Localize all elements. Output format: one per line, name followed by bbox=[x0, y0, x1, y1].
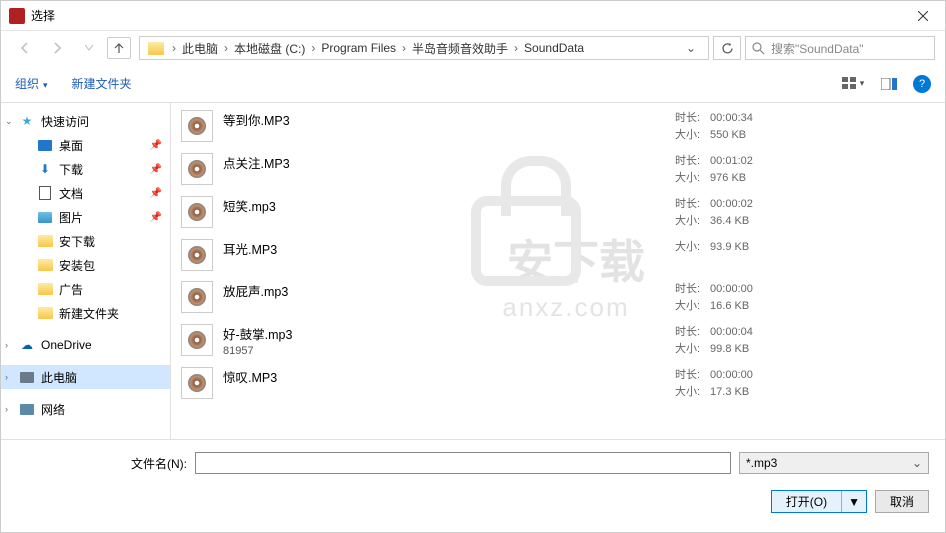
filename-label: 文件名(N): bbox=[17, 455, 187, 472]
app-icon bbox=[9, 8, 25, 24]
recent-dropdown[interactable] bbox=[75, 35, 103, 61]
file-meta: 时长: 00:00:00 大小: 16.6 KB bbox=[675, 281, 935, 314]
file-name: 放屁声.mp3 bbox=[223, 281, 665, 300]
refresh-button[interactable] bbox=[713, 36, 741, 60]
help-button[interactable]: ? bbox=[913, 75, 931, 93]
file-list: 等到你.MP3 时长: 00:00:34 大小: 550 KB 点关注.MP3 … bbox=[171, 103, 945, 439]
crumb-sounddata[interactable]: SoundData bbox=[522, 41, 586, 55]
filename-input[interactable] bbox=[195, 452, 731, 474]
file-row[interactable]: 惊叹.MP3 时长: 00:00:00 大小: 17.3 KB bbox=[171, 362, 945, 405]
crumb-app[interactable]: 半岛音频音效助手 bbox=[410, 40, 510, 57]
file-meta: 时长: 00:01:02 大小: 976 KB bbox=[675, 153, 935, 186]
pin-icon: 📌 bbox=[150, 164, 162, 175]
view-mode-button[interactable]: ▾ bbox=[837, 72, 869, 96]
search-placeholder: 搜索"SoundData" bbox=[771, 40, 864, 57]
sidebar-item-downloads[interactable]: ⬇下载📌 bbox=[1, 157, 170, 181]
cancel-button[interactable]: 取消 bbox=[875, 490, 929, 513]
close-button[interactable] bbox=[900, 1, 945, 31]
sidebar-item-quickaccess[interactable]: ⌄★快速访问 bbox=[1, 109, 170, 133]
sidebar-item-anzhuangbao[interactable]: 安装包 bbox=[1, 253, 170, 277]
file-subtitle: 81957 bbox=[223, 345, 665, 357]
audio-file-icon bbox=[181, 153, 213, 185]
file-row[interactable]: 耳光.MP3 大小: 93.9 KB bbox=[171, 234, 945, 276]
file-row[interactable]: 等到你.MP3 时长: 00:00:34 大小: 550 KB bbox=[171, 105, 945, 148]
file-meta: 时长: 00:00:00 大小: 17.3 KB bbox=[675, 367, 935, 400]
sidebar-item-thispc[interactable]: ›此电脑 bbox=[1, 365, 170, 389]
file-meta: 时长: 00:00:04 大小: 99.8 KB bbox=[675, 324, 935, 357]
file-name: 点关注.MP3 bbox=[223, 153, 665, 172]
open-dropdown[interactable]: ▼ bbox=[841, 491, 866, 512]
audio-file-icon bbox=[181, 324, 213, 356]
file-row[interactable]: 点关注.MP3 时长: 00:01:02 大小: 976 KB bbox=[171, 148, 945, 191]
sidebar-item-guanggao[interactable]: 广告 bbox=[1, 277, 170, 301]
file-meta: 时长: 00:00:34 大小: 550 KB bbox=[675, 110, 935, 143]
search-icon bbox=[752, 42, 765, 55]
pin-icon: 📌 bbox=[150, 188, 162, 199]
pin-icon: 📌 bbox=[150, 140, 162, 151]
sidebar-item-anxiazai[interactable]: 安下载 bbox=[1, 229, 170, 253]
new-folder-button[interactable]: 新建文件夹 bbox=[72, 75, 132, 92]
forward-button[interactable] bbox=[43, 35, 71, 61]
search-input[interactable]: 搜索"SoundData" bbox=[745, 36, 935, 60]
sidebar-item-newfolder[interactable]: 新建文件夹 bbox=[1, 301, 170, 325]
file-name: 好-鼓掌.mp3 bbox=[223, 324, 665, 343]
file-meta: 大小: 93.9 KB bbox=[675, 239, 935, 256]
file-row[interactable]: 好-鼓掌.mp3 81957 时长: 00:00:04 大小: 99.8 KB bbox=[171, 319, 945, 362]
pin-icon: 📌 bbox=[150, 212, 162, 223]
sidebar-item-network[interactable]: ›网络 bbox=[1, 397, 170, 421]
crumb-progfiles[interactable]: Program Files bbox=[319, 41, 398, 55]
sidebar-item-desktop[interactable]: 桌面📌 bbox=[1, 133, 170, 157]
audio-file-icon bbox=[181, 239, 213, 271]
file-row[interactable]: 短笑.mp3 时长: 00:00:02 大小: 36.4 KB bbox=[171, 191, 945, 234]
organize-menu[interactable]: 组织 bbox=[15, 75, 48, 92]
preview-pane-button[interactable] bbox=[873, 72, 905, 96]
audio-file-icon bbox=[181, 196, 213, 228]
sidebar-item-onedrive[interactable]: ›☁OneDrive bbox=[1, 333, 170, 357]
file-name: 耳光.MP3 bbox=[223, 239, 665, 258]
crumb-drive[interactable]: 本地磁盘 (C:) bbox=[232, 40, 307, 57]
folder-icon bbox=[148, 42, 164, 55]
sidebar-item-pictures[interactable]: 图片📌 bbox=[1, 205, 170, 229]
file-row[interactable]: 放屁声.mp3 时长: 00:00:00 大小: 16.6 KB bbox=[171, 276, 945, 319]
up-button[interactable] bbox=[107, 37, 131, 59]
file-name: 惊叹.MP3 bbox=[223, 367, 665, 386]
sidebar: ⌄★快速访问 桌面📌 ⬇下载📌 文档📌 图片📌 安下载 安装包 广告 新建文件夹… bbox=[1, 103, 171, 439]
crumb-thispc[interactable]: 此电脑 bbox=[180, 40, 220, 57]
file-name: 等到你.MP3 bbox=[223, 110, 665, 129]
file-meta: 时长: 00:00:02 大小: 36.4 KB bbox=[675, 196, 935, 229]
open-button[interactable]: 打开(O)▼ bbox=[771, 490, 867, 513]
breadcrumb-bar[interactable]: › 此电脑 › 本地磁盘 (C:) › Program Files › 半岛音频… bbox=[139, 36, 709, 60]
file-name: 短笑.mp3 bbox=[223, 196, 665, 215]
sidebar-item-documents[interactable]: 文档📌 bbox=[1, 181, 170, 205]
audio-file-icon bbox=[181, 110, 213, 142]
audio-file-icon bbox=[181, 367, 213, 399]
filetype-select[interactable]: *.mp3 bbox=[739, 452, 929, 474]
breadcrumb-expand[interactable]: ⌄ bbox=[678, 41, 704, 55]
chevron-right-icon: › bbox=[168, 41, 180, 55]
audio-file-icon bbox=[181, 281, 213, 313]
back-button[interactable] bbox=[11, 35, 39, 61]
window-title: 选择 bbox=[31, 7, 900, 24]
